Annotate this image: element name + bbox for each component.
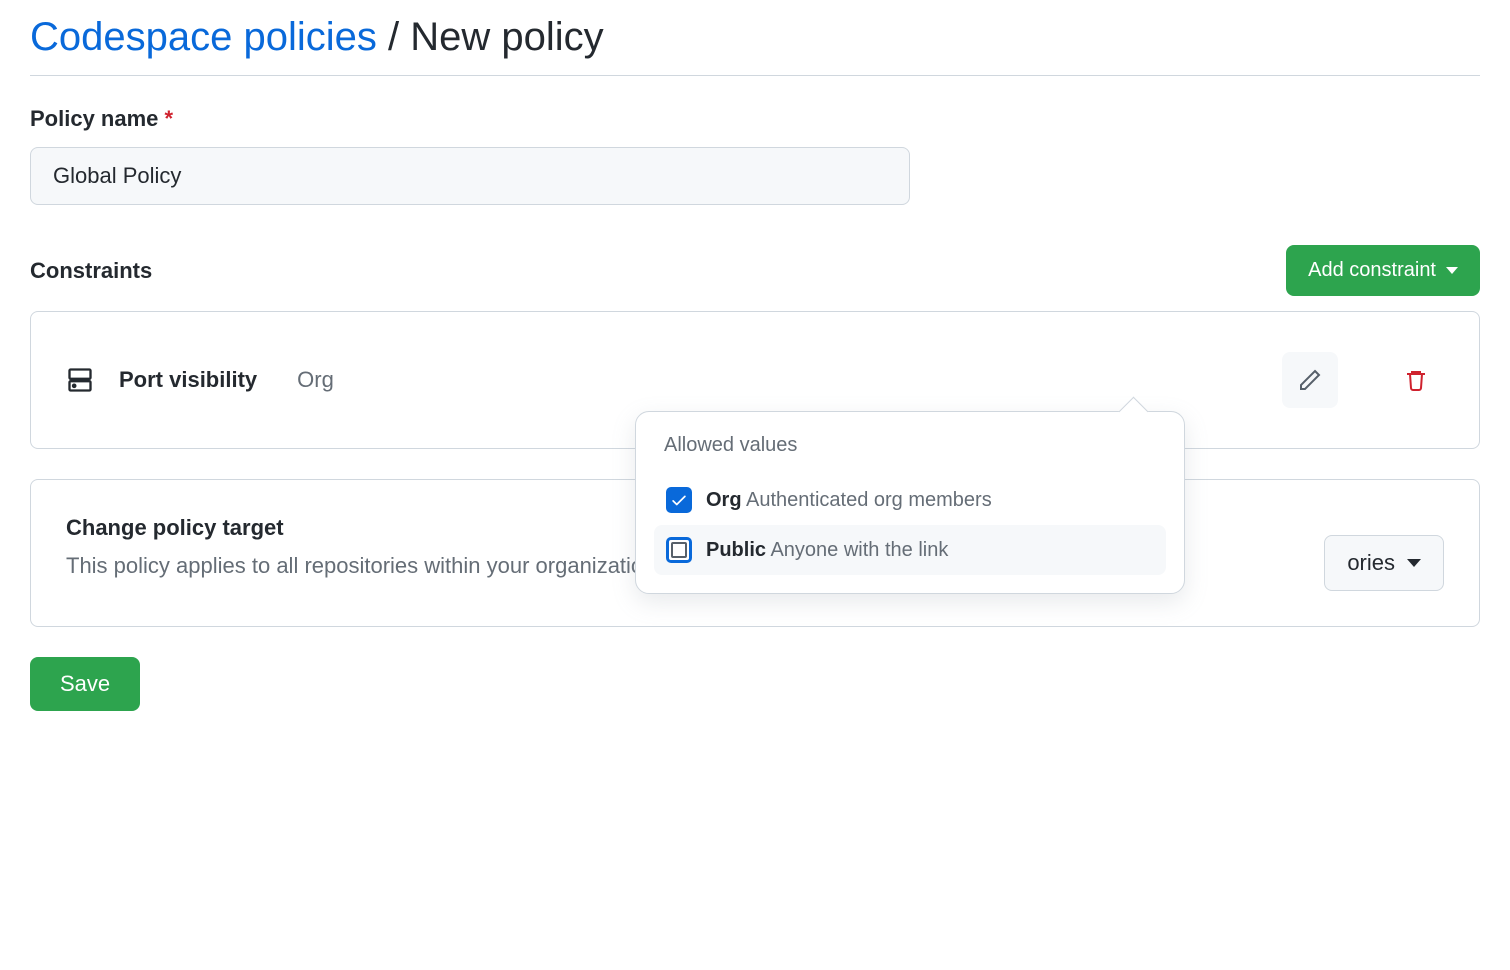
edit-constraint-button[interactable] bbox=[1282, 352, 1338, 408]
breadcrumb-separator: / bbox=[388, 15, 410, 59]
popover-heading: Allowed values bbox=[664, 434, 1156, 457]
delete-constraint-button[interactable] bbox=[1388, 352, 1444, 408]
save-button[interactable]: Save bbox=[30, 657, 140, 711]
constraint-value: Org bbox=[297, 367, 334, 393]
allowed-value-option-public[interactable]: Public Anyone with the link bbox=[654, 525, 1166, 575]
pencil-icon bbox=[1298, 368, 1322, 392]
allowed-value-option-org[interactable]: Org Authenticated org members bbox=[654, 475, 1166, 525]
breadcrumb-current: New policy bbox=[410, 15, 603, 59]
policy-name-label: Policy name * bbox=[30, 106, 1480, 132]
caret-down-icon bbox=[1407, 559, 1421, 567]
allowed-values-popover: Allowed values Org Authenticated org mem… bbox=[635, 411, 1185, 594]
page-title: Codespace policies / New policy bbox=[30, 15, 1480, 76]
breadcrumb-parent-link[interactable]: Codespace policies bbox=[30, 15, 377, 59]
add-constraint-button[interactable]: Add constraint bbox=[1286, 245, 1480, 296]
checkbox-unchecked-icon bbox=[666, 537, 692, 563]
caret-down-icon bbox=[1446, 267, 1458, 274]
server-icon bbox=[66, 366, 94, 394]
constraints-heading: Constraints bbox=[30, 258, 152, 284]
policy-target-selector[interactable]: ories bbox=[1324, 535, 1444, 591]
trash-icon bbox=[1404, 368, 1428, 392]
checkbox-checked-icon bbox=[666, 487, 692, 513]
constraint-name: Port visibility bbox=[119, 367, 257, 393]
required-asterisk: * bbox=[165, 106, 174, 131]
policy-name-input[interactable] bbox=[30, 147, 910, 205]
